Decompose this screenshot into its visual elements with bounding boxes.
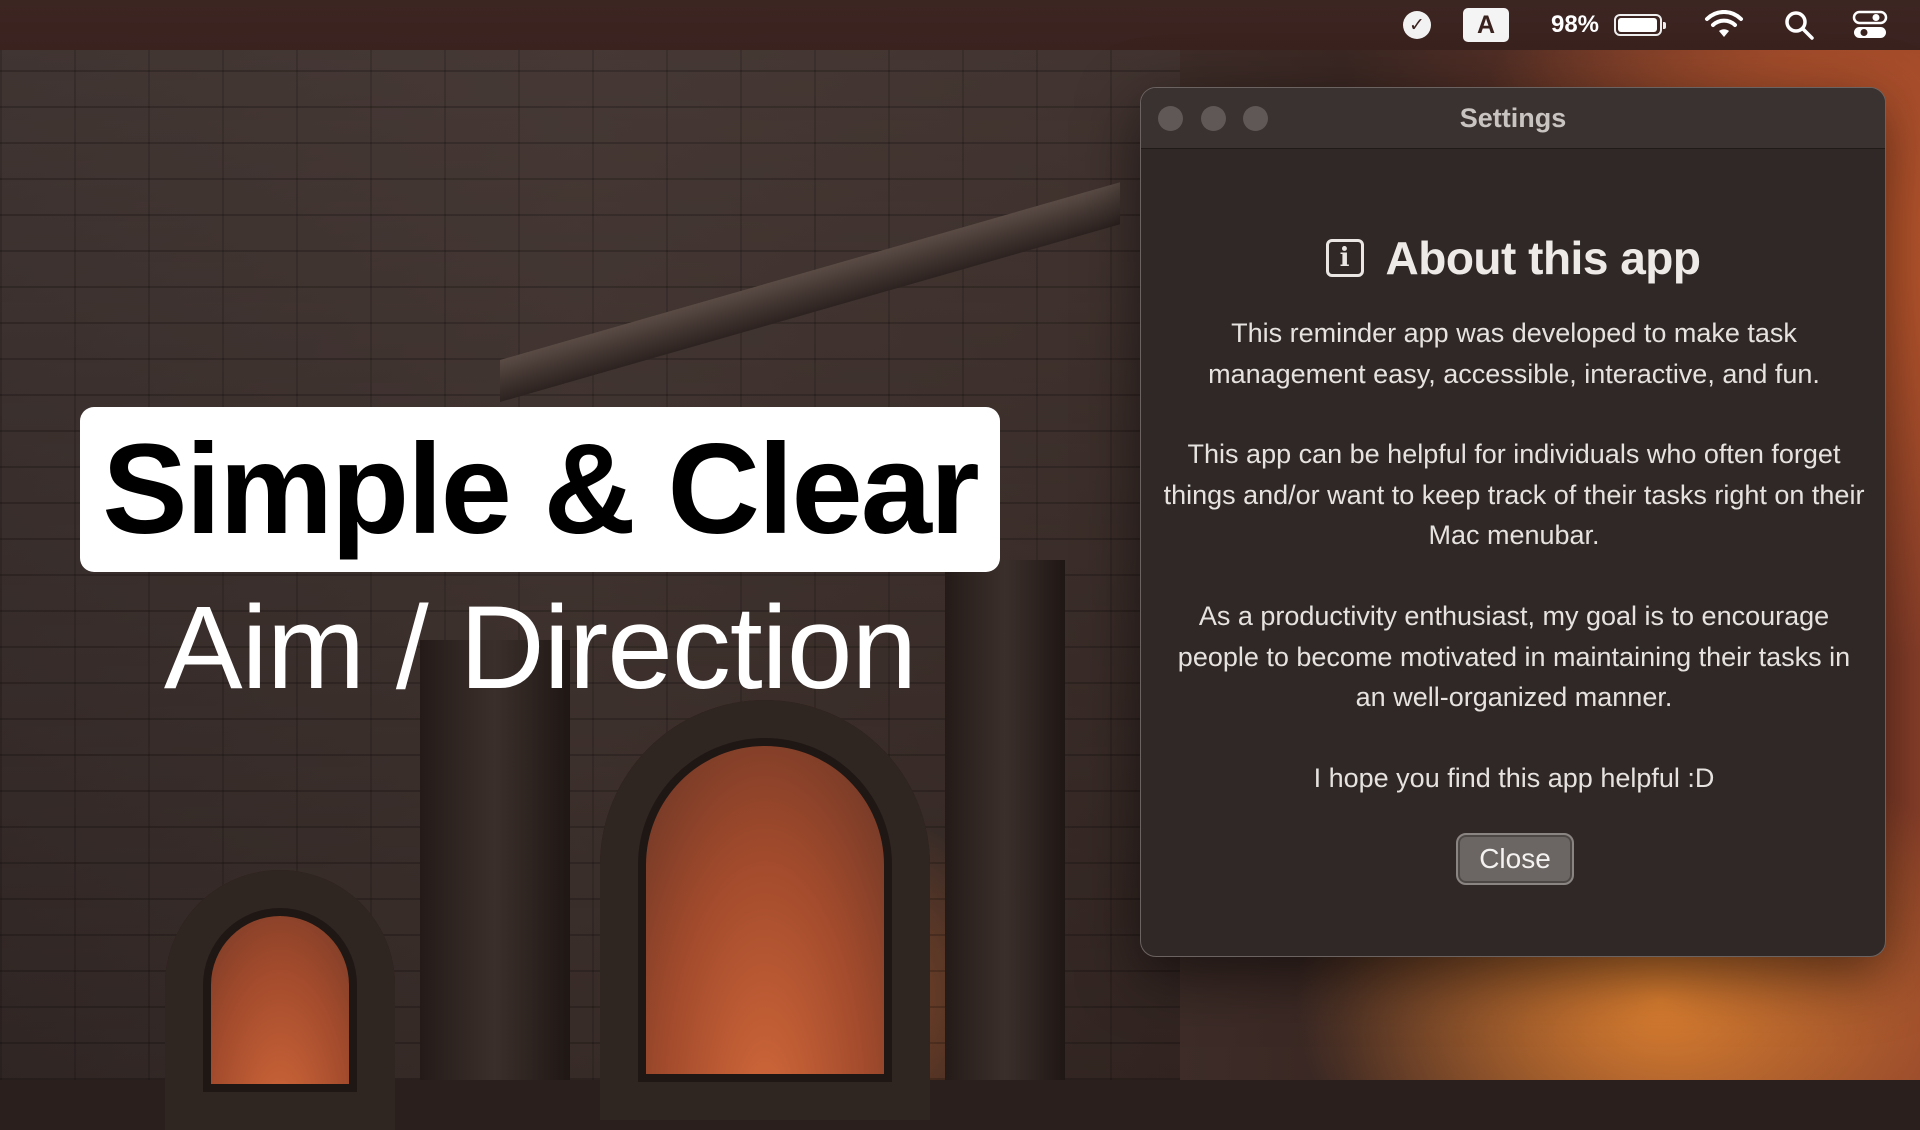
input-source-menu[interactable]: A [1462,0,1510,50]
battery-level-fill [1618,18,1658,32]
wifi-menu[interactable] [1700,0,1748,50]
battery-nub [1663,22,1666,29]
arch-left [165,870,395,1130]
menubar: ✓ A 98% [0,0,1920,50]
about-paragraph-4: I hope you find this app helpful :D [1313,763,1715,793]
settings-window: Settings i About this app This reminder … [1140,87,1886,957]
about-paragraph-1: This reminder app was developed to make … [1208,318,1820,389]
wifi-icon [1705,10,1743,37]
control-center-menu[interactable] [1848,0,1892,50]
arch-right [600,700,930,1120]
spotlight-menu[interactable] [1777,0,1821,50]
close-button[interactable]: Close [1456,833,1574,885]
reminder-app-menu-icon[interactable]: ✓ [1400,0,1434,50]
subhead-text: Aim / Direction [163,582,917,714]
about-paragraph-2: This app can be helpful for individuals … [1163,439,1865,550]
battery-percent[interactable]: 98% [1545,0,1605,50]
battery-icon [1614,14,1666,36]
about-title: About this app [1385,232,1701,284]
control-center-icon [1852,10,1888,38]
headline-highlight: Simple & Clear [80,407,1000,572]
window-title: Settings [1459,102,1567,133]
checkmark-icon: ✓ [1403,11,1431,39]
about-paragraph-3: As a productivity enthusiast, my goal is… [1177,601,1851,712]
about-header: i About this app [1141,223,1885,293]
search-icon [1785,11,1814,40]
headline-text: Simple & Clear [102,418,979,561]
input-source-icon: A [1463,8,1509,42]
window-titlebar[interactable]: Settings [1141,88,1885,149]
battery-menu[interactable] [1610,0,1666,50]
info-icon: i [1325,239,1364,277]
